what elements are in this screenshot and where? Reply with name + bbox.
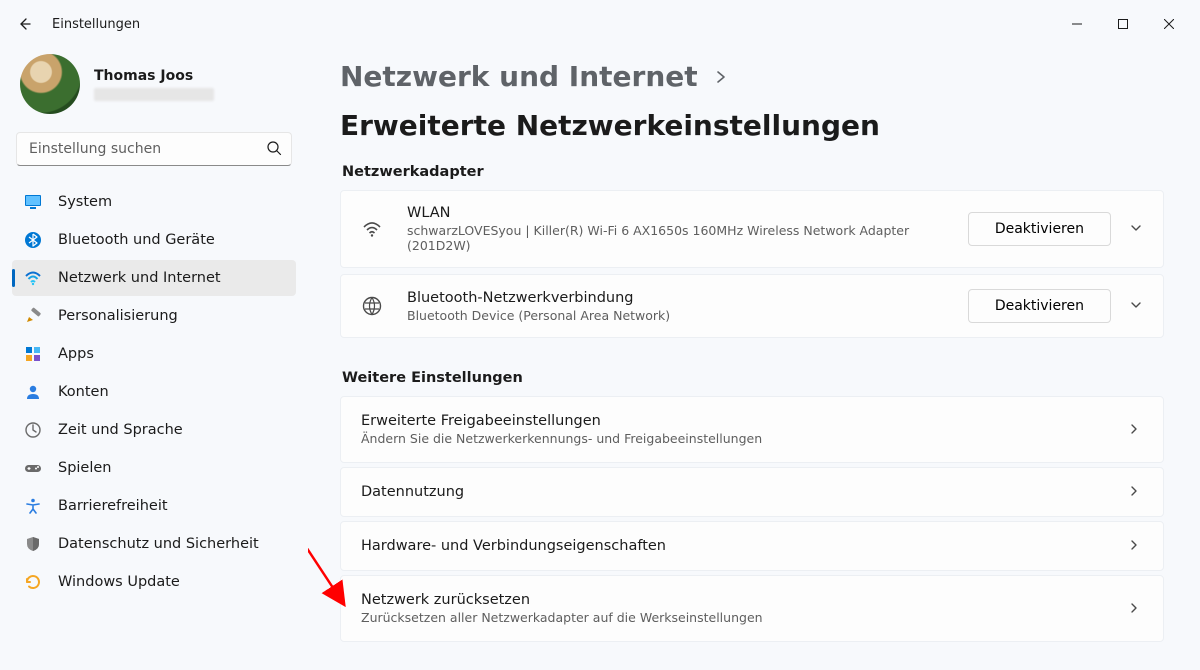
close-button[interactable] bbox=[1146, 8, 1192, 40]
person-icon bbox=[24, 383, 42, 401]
search-input[interactable] bbox=[16, 132, 292, 166]
sidebar-item-label: Windows Update bbox=[58, 574, 180, 590]
accessibility-icon bbox=[24, 497, 42, 515]
chevron-right-icon bbox=[1127, 422, 1143, 438]
gamepad-icon bbox=[24, 459, 42, 477]
disable-button[interactable]: Deaktivieren bbox=[968, 212, 1111, 246]
wifi-icon bbox=[359, 218, 385, 240]
adapter-title: WLAN bbox=[407, 205, 968, 221]
row-network-reset[interactable]: Netzwerk zurücksetzen Zurücksetzen aller… bbox=[340, 575, 1164, 642]
disable-button[interactable]: Deaktivieren bbox=[968, 289, 1111, 323]
sidebar-item-privacy[interactable]: Datenschutz und Sicherheit bbox=[12, 526, 296, 562]
display-icon bbox=[24, 193, 42, 211]
sidebar-item-label: Datenschutz und Sicherheit bbox=[58, 536, 259, 552]
user-email-redacted bbox=[94, 88, 214, 101]
sidebar-item-label: Bluetooth und Geräte bbox=[58, 232, 215, 248]
sidebar-item-update[interactable]: Windows Update bbox=[12, 564, 296, 600]
sidebar-item-label: Spielen bbox=[58, 460, 112, 476]
adapter-title: Bluetooth-Netzwerkverbindung bbox=[407, 290, 968, 306]
chevron-right-icon bbox=[1127, 538, 1143, 554]
maximize-button[interactable] bbox=[1100, 8, 1146, 40]
row-data-usage[interactable]: Datennutzung bbox=[340, 467, 1164, 517]
window-title: Einstellungen bbox=[52, 17, 140, 32]
minimize-icon bbox=[1072, 19, 1082, 29]
chevron-right-icon bbox=[714, 70, 728, 84]
row-title: Hardware- und Verbindungseigenschaften bbox=[361, 538, 1127, 554]
adapter-bluetooth[interactable]: Bluetooth-Netzwerkverbindung Bluetooth D… bbox=[340, 274, 1164, 338]
update-icon bbox=[24, 573, 42, 591]
row-hardware-properties[interactable]: Hardware- und Verbindungseigenschaften bbox=[340, 521, 1164, 571]
sidebar-item-label: Zeit und Sprache bbox=[58, 422, 183, 438]
breadcrumb-parent[interactable]: Netzwerk und Internet bbox=[340, 60, 698, 93]
sidebar-item-label: Netzwerk und Internet bbox=[58, 270, 221, 286]
shield-icon bbox=[24, 535, 42, 553]
avatar bbox=[20, 54, 80, 114]
maximize-icon bbox=[1118, 19, 1128, 29]
apps-icon bbox=[24, 345, 42, 363]
sidebar: Thomas Joos System Bluetooth und Geräte … bbox=[0, 48, 308, 670]
clock-globe-icon bbox=[24, 421, 42, 439]
sidebar-item-label: System bbox=[58, 194, 112, 210]
sidebar-item-accounts[interactable]: Konten bbox=[12, 374, 296, 410]
breadcrumb-current: Erweiterte Netzwerkeinstellungen bbox=[340, 109, 880, 142]
adapter-subtitle: schwarzLOVESyou | Killer(R) Wi-Fi 6 AX16… bbox=[407, 223, 968, 253]
sidebar-item-network[interactable]: Netzwerk und Internet bbox=[12, 260, 296, 296]
user-name: Thomas Joos bbox=[94, 68, 214, 84]
sidebar-item-apps[interactable]: Apps bbox=[12, 336, 296, 372]
bluetooth-icon bbox=[24, 231, 42, 249]
sidebar-item-time-language[interactable]: Zeit und Sprache bbox=[12, 412, 296, 448]
section-heading-more: Weitere Einstellungen bbox=[342, 370, 1164, 386]
back-button[interactable] bbox=[8, 8, 40, 40]
chevron-down-icon[interactable] bbox=[1129, 221, 1145, 237]
row-advanced-sharing[interactable]: Erweiterte Freigabeeinstellungen Ändern … bbox=[340, 396, 1164, 463]
sidebar-item-accessibility[interactable]: Barrierefreiheit bbox=[12, 488, 296, 524]
sidebar-item-gaming[interactable]: Spielen bbox=[12, 450, 296, 486]
sidebar-item-system[interactable]: System bbox=[12, 184, 296, 220]
section-heading-adapters: Netzwerkadapter bbox=[342, 164, 1164, 180]
row-title: Netzwerk zurücksetzen bbox=[361, 592, 1127, 608]
adapter-subtitle: Bluetooth Device (Personal Area Network) bbox=[407, 308, 968, 323]
row-title: Erweiterte Freigabeeinstellungen bbox=[361, 413, 1127, 429]
sidebar-item-label: Personalisierung bbox=[58, 308, 178, 324]
wifi-icon bbox=[24, 269, 42, 287]
chevron-right-icon bbox=[1127, 484, 1143, 500]
sidebar-item-bluetooth[interactable]: Bluetooth und Geräte bbox=[12, 222, 296, 258]
profile[interactable]: Thomas Joos bbox=[12, 48, 296, 132]
chevron-down-icon[interactable] bbox=[1129, 298, 1145, 314]
paintbrush-icon bbox=[24, 307, 42, 325]
close-icon bbox=[1164, 19, 1174, 29]
row-title: Datennutzung bbox=[361, 484, 1127, 500]
content: Netzwerk und Internet Erweiterte Netzwer… bbox=[308, 48, 1200, 670]
breadcrumb: Netzwerk und Internet Erweiterte Netzwer… bbox=[340, 60, 1164, 142]
minimize-button[interactable] bbox=[1054, 8, 1100, 40]
row-subtitle: Zurücksetzen aller Netzwerkadapter auf d… bbox=[361, 610, 1127, 625]
sidebar-item-label: Apps bbox=[58, 346, 94, 362]
sidebar-item-personalization[interactable]: Personalisierung bbox=[12, 298, 296, 334]
chevron-right-icon bbox=[1127, 601, 1143, 617]
sidebar-item-label: Konten bbox=[58, 384, 109, 400]
adapter-wlan[interactable]: WLAN schwarzLOVESyou | Killer(R) Wi-Fi 6… bbox=[340, 190, 1164, 268]
arrow-left-icon bbox=[16, 16, 32, 32]
row-subtitle: Ändern Sie die Netzwerkerkennungs- und F… bbox=[361, 431, 1127, 446]
bluetooth-net-icon bbox=[359, 295, 385, 317]
search-icon bbox=[266, 140, 282, 156]
sidebar-item-label: Barrierefreiheit bbox=[58, 498, 168, 514]
titlebar: Einstellungen bbox=[0, 0, 1200, 48]
nav-list: System Bluetooth und Geräte Netzwerk und… bbox=[12, 184, 296, 600]
